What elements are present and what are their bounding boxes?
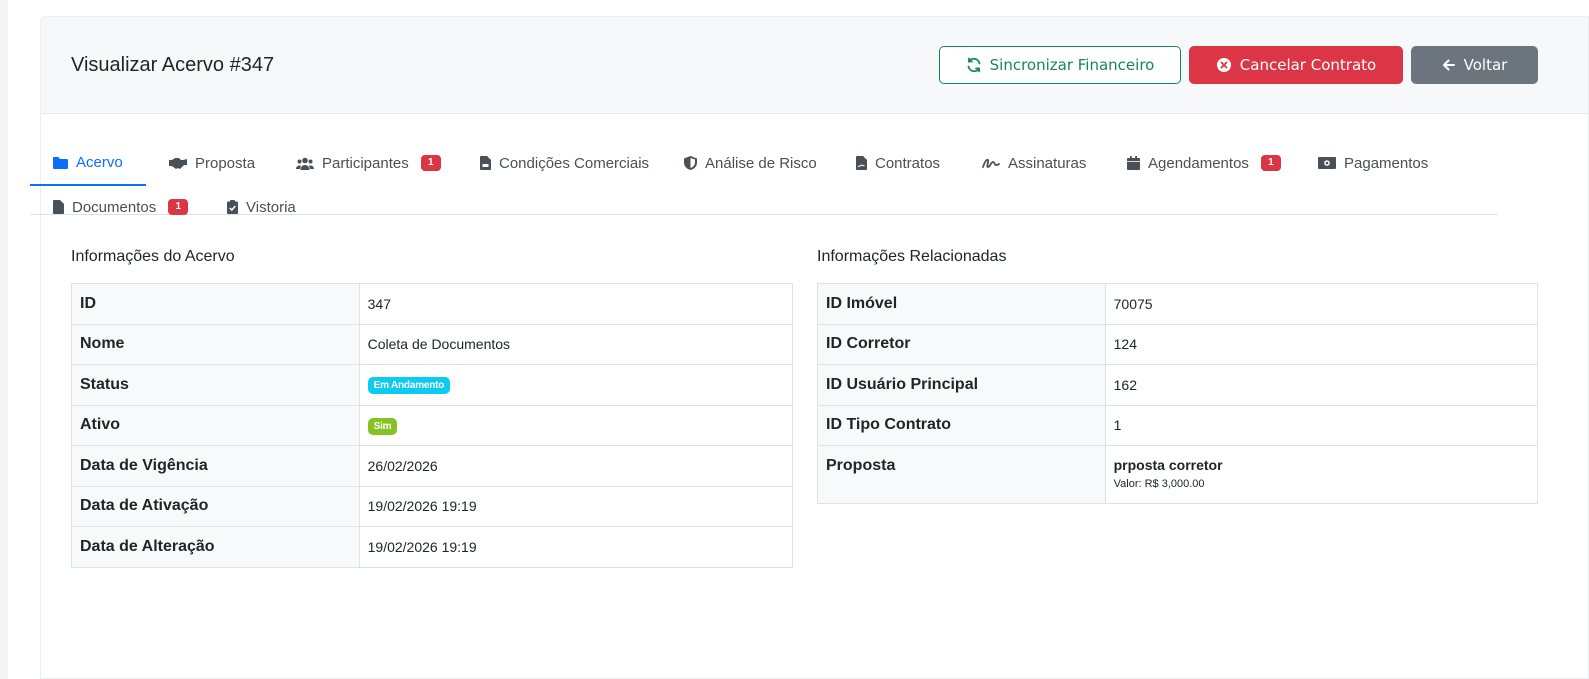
tab-label: Contratos <box>875 154 941 172</box>
tab-label: Análise de Risco <box>705 154 817 172</box>
table-row: Data de Alteração 19/02/2026 19:19 <box>71 526 794 568</box>
money-bill-icon <box>1318 157 1336 169</box>
cancel-contract-label: Cancelar Contrato <box>1239 56 1377 74</box>
handshake-icon <box>169 157 187 169</box>
row-value: 1 <box>1104 404 1539 446</box>
row-label: Ativo <box>71 404 360 446</box>
tab-label: Agendamentos <box>1148 154 1249 172</box>
tab-label: Assinaturas <box>1008 154 1087 172</box>
file-invoice-icon <box>480 156 491 170</box>
tab-label: Proposta <box>195 154 256 172</box>
tab-analise-de-risco[interactable]: Análise de Risco <box>661 141 840 185</box>
acervo-info-title: Informações do Acervo <box>71 248 235 265</box>
row-label: ID Imóvel <box>817 283 1106 325</box>
table-row: Data de Ativação 19/02/2026 19:19 <box>71 485 794 527</box>
row-label: Data de Vigência <box>71 445 360 487</box>
row-value: Em Andamento <box>358 364 794 406</box>
documentos-count-badge: 1 <box>168 199 189 215</box>
table-row: ID Corretor 124 <box>817 323 1539 365</box>
table-row: Status Em Andamento <box>71 364 794 406</box>
row-value: 162 <box>1104 364 1539 406</box>
file-icon <box>53 200 64 214</box>
row-value: 19/02/2026 19:19 <box>358 485 794 527</box>
table-row: Ativo Sim <box>71 404 794 446</box>
arrow-left-icon <box>1442 59 1455 71</box>
tab-label: Vistoria <box>246 198 296 216</box>
page-title: Visualizar Acervo #347 <box>71 53 275 76</box>
sync-icon <box>967 57 981 73</box>
row-label: Status <box>71 364 360 406</box>
tab-bar: Acervo Proposta Participantes 1 Condiçõe… <box>30 124 1498 216</box>
row-value: 347 <box>358 283 794 325</box>
tab-assinaturas[interactable]: Assinaturas <box>959 141 1109 185</box>
related-info-table: ID Imóvel 70075 ID Corretor 124 ID Usuár… <box>817 283 1539 504</box>
clipboard-check-icon <box>227 200 238 214</box>
back-button[interactable]: Voltar <box>1411 46 1538 84</box>
row-value: Sim <box>358 404 794 446</box>
tab-vistoria[interactable]: Vistoria <box>204 185 319 229</box>
tab-proposta[interactable]: Proposta <box>146 141 278 185</box>
row-value: 19/02/2026 19:19 <box>358 526 794 568</box>
related-info-title: Informações Relacionadas <box>817 248 1007 265</box>
sync-financial-button[interactable]: Sincronizar Financeiro <box>939 46 1181 84</box>
row-label: Data de Ativação <box>71 485 360 527</box>
tab-label: Documentos <box>72 198 157 216</box>
page-left-strip <box>0 0 8 679</box>
tab-acervo[interactable]: Acervo <box>30 141 146 186</box>
status-badge: Em Andamento <box>367 377 451 395</box>
tab-condicoes-comerciais[interactable]: Condições Comerciais <box>457 141 672 185</box>
users-icon <box>296 157 314 170</box>
table-row: Nome Coleta de Documentos <box>71 323 794 365</box>
row-label: ID Tipo Contrato <box>817 404 1106 446</box>
tab-label: Condições Comerciais <box>499 154 650 172</box>
row-label: ID Usuário Principal <box>817 364 1106 406</box>
tab-participantes[interactable]: Participantes 1 <box>273 141 464 185</box>
row-value: 124 <box>1104 323 1539 365</box>
proposal-value: Valor: R$ 3,000.00 <box>1113 478 1205 490</box>
active-badge: Sim <box>367 417 398 435</box>
shield-icon <box>684 156 697 170</box>
tab-label: Participantes <box>322 154 409 172</box>
header-actions: Sincronizar Financeiro Cancelar Contrato… <box>939 46 1538 84</box>
signature-icon <box>982 158 1000 168</box>
row-label: Data de Alteração <box>71 526 360 568</box>
table-row: ID Usuário Principal 162 <box>817 364 1539 406</box>
sync-financial-label: Sincronizar Financeiro <box>989 56 1155 74</box>
row-value: Coleta de Documentos <box>358 323 794 365</box>
agendamentos-count-badge: 1 <box>1260 155 1281 171</box>
tab-contratos[interactable]: Contratos <box>833 141 963 185</box>
row-value: 70075 <box>1104 283 1539 325</box>
row-value: prposta corretor Valor: R$ 3,000.00 <box>1104 445 1539 504</box>
table-row: ID 347 <box>71 283 794 325</box>
participantes-count-badge: 1 <box>420 155 441 171</box>
file-contract-icon <box>856 156 867 170</box>
circle-x-icon <box>1216 58 1231 72</box>
tab-pagamentos[interactable]: Pagamentos <box>1295 141 1451 185</box>
tab-agendamentos[interactable]: Agendamentos 1 <box>1104 141 1304 185</box>
row-label: Nome <box>71 323 360 365</box>
acervo-info-table: ID 347 Nome Coleta de Documentos Status … <box>71 283 794 568</box>
table-row: Proposta prposta corretor Valor: R$ 3,00… <box>817 445 1539 504</box>
back-label: Voltar <box>1463 56 1508 74</box>
folder-icon <box>53 157 68 169</box>
tab-label: Pagamentos <box>1344 154 1429 172</box>
cancel-contract-button[interactable]: Cancelar Contrato <box>1189 46 1403 84</box>
row-label: ID Corretor <box>817 323 1106 365</box>
proposal-title: prposta corretor <box>1113 457 1223 473</box>
table-row: Data de Vigência 26/02/2026 <box>71 445 794 487</box>
tab-label: Acervo <box>76 154 123 171</box>
row-label: ID <box>71 283 360 325</box>
table-row: ID Tipo Contrato 1 <box>817 404 1539 446</box>
row-value: 26/02/2026 <box>358 445 794 487</box>
tab-documentos[interactable]: Documentos 1 <box>30 185 211 229</box>
row-label: Proposta <box>817 445 1106 504</box>
table-row: ID Imóvel 70075 <box>817 283 1539 325</box>
card-header: Visualizar Acervo #347 Sincronizar Finan… <box>41 17 1588 114</box>
calendar-icon <box>1127 156 1140 170</box>
